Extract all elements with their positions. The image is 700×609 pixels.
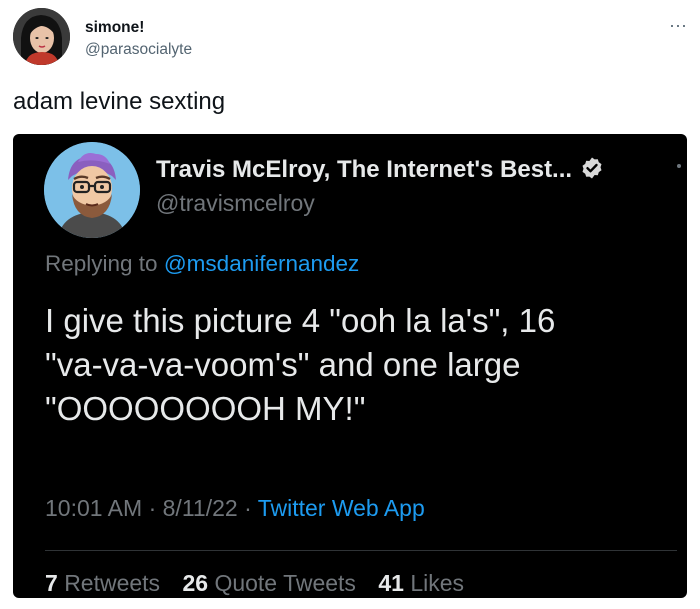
tweet-text: adam levine sexting	[13, 88, 226, 115]
cartoon-avatar-icon	[44, 142, 140, 238]
engagement-stats: 7 Retweets 26 Quote Tweets 41 Likes	[45, 570, 480, 597]
likes-stat[interactable]: 41 Likes	[378, 570, 464, 596]
embedded-author-name[interactable]: Travis McElroy, The Internet's Best...	[156, 156, 604, 187]
embedded-tweet-body: I give this picture 4 "ooh la la's", 16 …	[45, 302, 556, 427]
tweet-header: simone! @parasocialyte ···	[13, 8, 687, 70]
meta-separator: ·	[148, 495, 157, 521]
replying-to-line: Replying to @msdanifernandez	[45, 251, 359, 277]
tweet-time[interactable]: 10:01 AM	[45, 495, 142, 521]
quote-tweets-stat[interactable]: 26 Quote Tweets	[182, 570, 355, 596]
replying-prefix: Replying to	[45, 251, 158, 276]
embedded-avatar	[44, 142, 140, 238]
likes-label: Likes	[410, 570, 465, 596]
quote-tweets-count: 26	[182, 570, 209, 596]
embedded-screenshot[interactable]: Travis McElroy, The Internet's Best... @…	[13, 134, 687, 598]
embedded-author-handle[interactable]: @travismcelroy	[156, 190, 315, 217]
replying-mention-link[interactable]: @msdanifernandez	[164, 251, 359, 276]
profile-photo-icon	[13, 8, 70, 65]
author-handle[interactable]: @parasocialyte	[85, 41, 192, 59]
stats-divider	[45, 550, 677, 551]
embedded-author-name-text: Travis McElroy, The Internet's Best...	[156, 156, 573, 183]
retweets-stat[interactable]: 7 Retweets	[45, 570, 160, 596]
source-app-link[interactable]: Twitter Web App	[258, 495, 425, 521]
more-options-icon[interactable]: ···	[669, 16, 687, 34]
author-name[interactable]: simone!	[85, 19, 144, 37]
likes-count: 41	[378, 570, 404, 596]
tweet-date[interactable]: 8/11/22	[163, 495, 238, 521]
embedded-more-icon[interactable]	[677, 164, 681, 168]
retweets-label: Retweets	[64, 570, 161, 596]
verified-badge-icon	[580, 156, 604, 187]
tweet-meta: 10:01 AM · 8/11/22 · Twitter Web App	[45, 495, 425, 522]
avatar[interactable]	[13, 8, 70, 65]
meta-separator: ·	[244, 495, 252, 521]
quote-tweets-label: Quote Tweets	[214, 570, 356, 596]
retweets-count: 7	[45, 570, 58, 596]
